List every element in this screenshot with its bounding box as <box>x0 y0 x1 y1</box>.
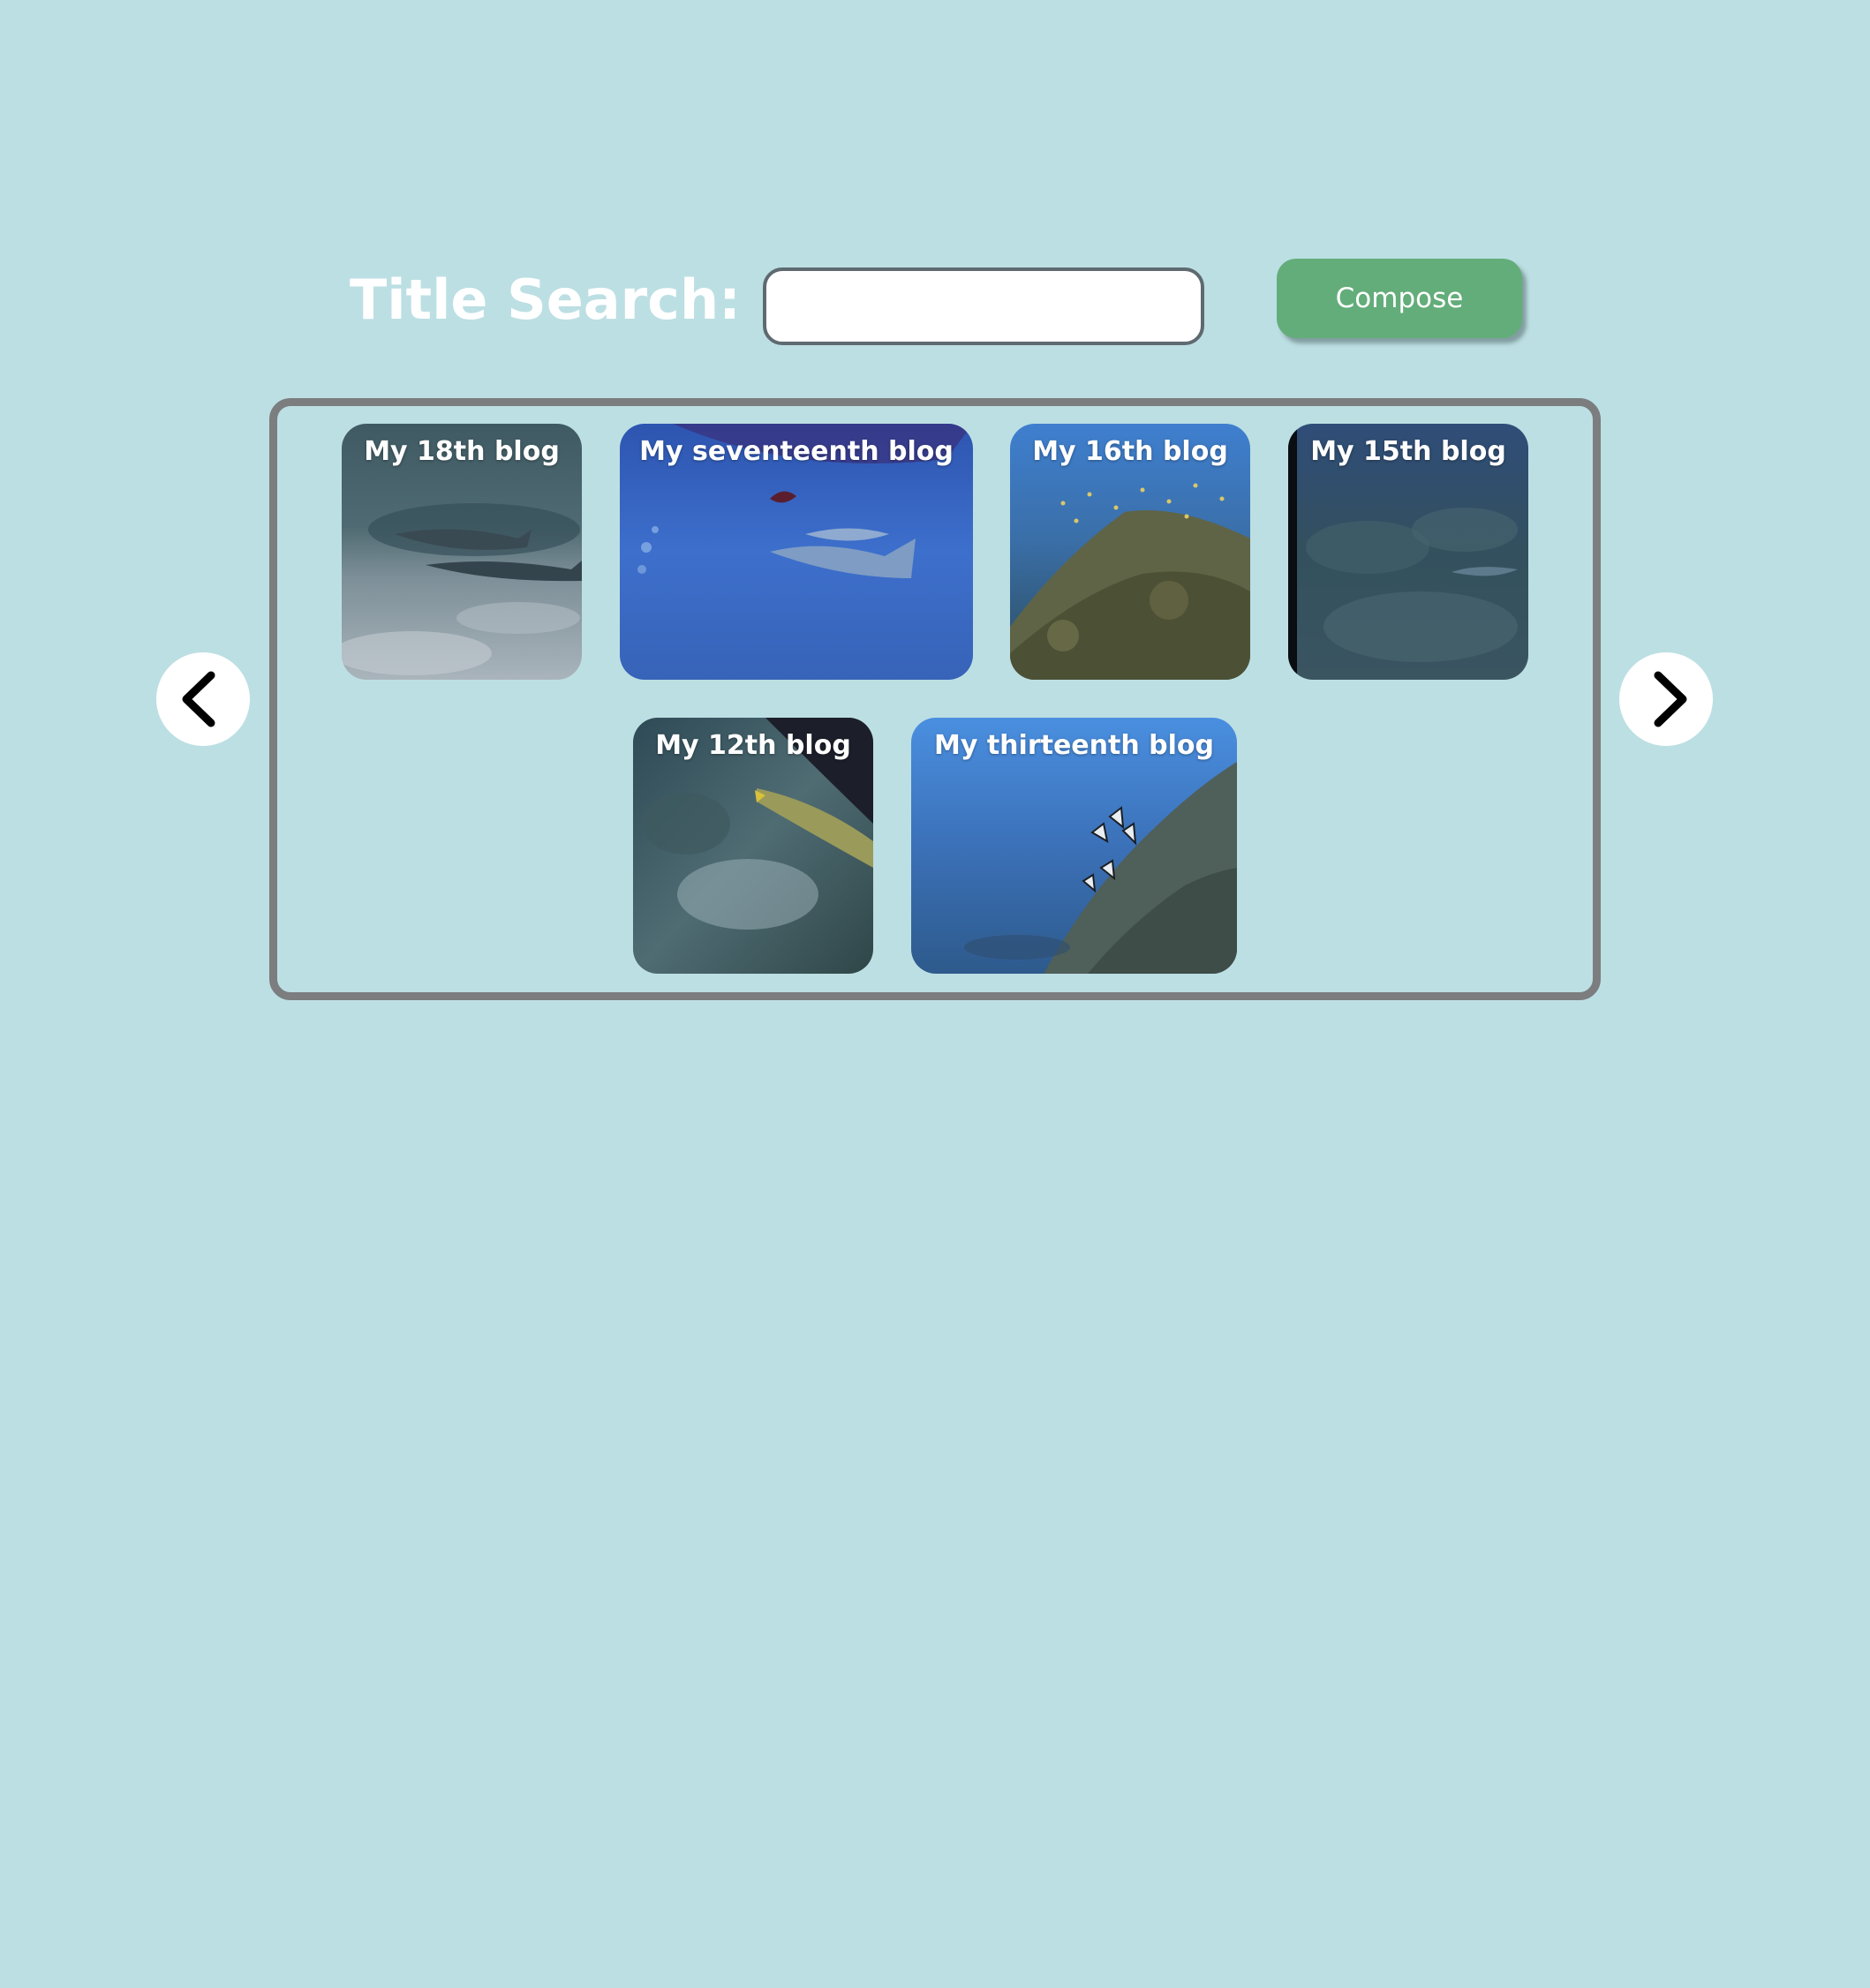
compose-button[interactable]: Compose <box>1277 259 1522 338</box>
blog-card-title: My 15th blog <box>1310 436 1506 467</box>
blog-card[interactable]: My seventeenth blog <box>620 424 973 680</box>
blog-card-title: My 18th blog <box>364 436 560 467</box>
blog-card[interactable]: My 16th blog <box>1010 424 1250 680</box>
carousel-next-button[interactable] <box>1619 652 1713 746</box>
chevron-left-icon <box>182 671 215 727</box>
blog-card[interactable]: My 18th blog <box>342 424 582 680</box>
blog-card-title: My seventeenth blog <box>639 436 954 467</box>
title-search-input[interactable] <box>763 267 1204 345</box>
blog-card[interactable]: My thirteenth blog <box>911 718 1237 974</box>
carousel-prev-button[interactable] <box>156 652 250 746</box>
blog-card[interactable]: My 15th blog <box>1288 424 1528 680</box>
title-search-label: Title Search: <box>350 267 741 332</box>
blog-card-title: My 12th blog <box>655 730 851 761</box>
blog-card-title: My 16th blog <box>1032 436 1228 467</box>
blog-card-title: My thirteenth blog <box>933 730 1214 761</box>
blog-card[interactable]: My 12th blog <box>633 718 873 974</box>
chevron-right-icon <box>1654 671 1687 727</box>
